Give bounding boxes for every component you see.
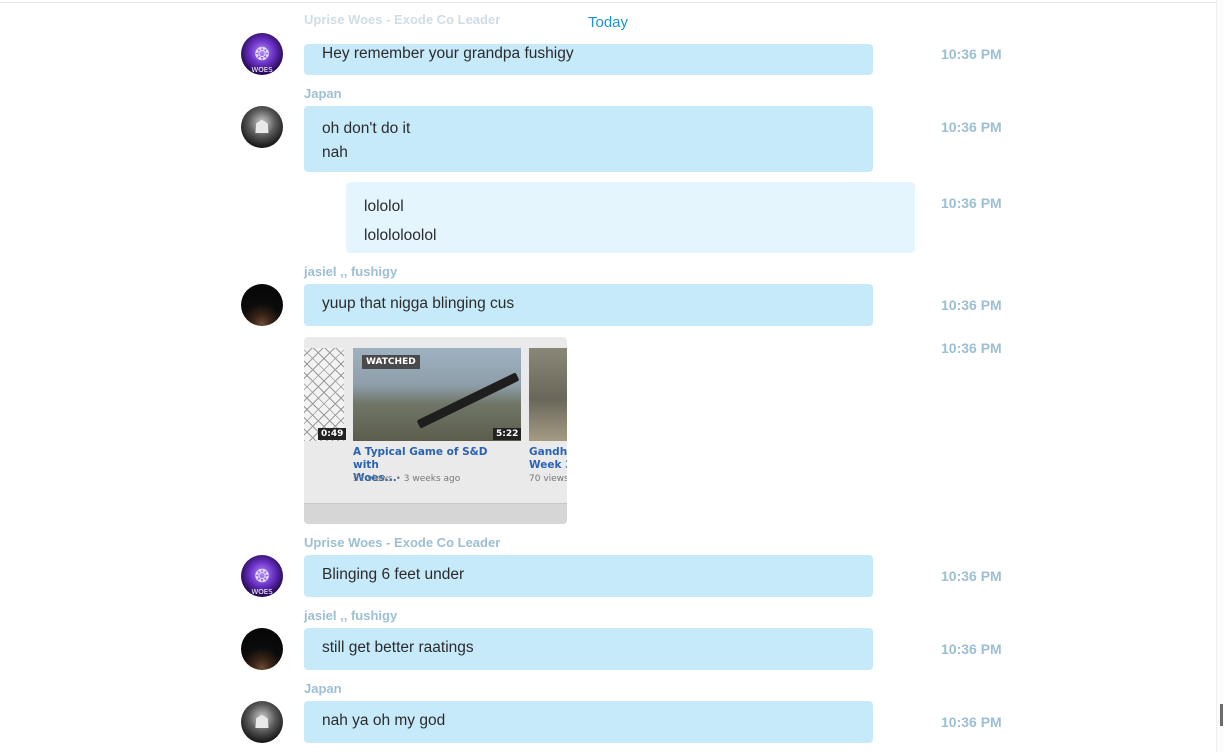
message-text: nah ya oh my god [322, 712, 446, 729]
video-thumbnail [529, 348, 567, 441]
avatar[interactable] [241, 628, 283, 670]
message-time: 10:36 PM [941, 714, 1002, 730]
preview-footer [304, 503, 567, 524]
video-duration: 0:49 [318, 428, 347, 440]
sender-name: jasiel ,, fushigy [304, 264, 398, 279]
message-bubble[interactable]: Hey remember your grandpa fushigy [304, 44, 873, 75]
message-text: Hey remember your grandpa fushigy [322, 45, 574, 62]
sender-name: jasiel ,, fushigy [304, 608, 398, 623]
sender-name: Japan [304, 681, 342, 696]
scrollbar[interactable] [1216, 0, 1224, 752]
rifle-graphic [416, 372, 520, 429]
avatar[interactable]: ❂ WOES [241, 33, 283, 75]
sender-name: Uprise Woes - Exode Co Leader [304, 535, 501, 550]
message-time: 10:36 PM [941, 195, 1002, 211]
message-text: oh don't do it [322, 120, 411, 137]
message-bubble[interactable]: oh don't do it nah [304, 106, 873, 172]
avatar[interactable] [241, 284, 283, 326]
message-time: 10:36 PM [941, 46, 1002, 62]
message-text: lololol [364, 198, 404, 215]
message-time: 10:36 PM [941, 340, 1002, 356]
video-title-line: Gandhi [529, 446, 567, 458]
avatar-label: WOES [251, 66, 273, 74]
top-divider [0, 2, 1224, 3]
scrollbar-thumb[interactable] [1220, 704, 1223, 726]
message-time: 10:36 PM [941, 641, 1002, 657]
video-meta: 70 views [529, 474, 567, 484]
message-text: yuup that nigga blinging cus [322, 295, 515, 312]
message-time: 10:36 PM [941, 297, 1002, 313]
avatar[interactable]: ☗ [241, 701, 283, 743]
message-text: nah [322, 144, 348, 161]
video-duration: 5:22 [493, 428, 522, 440]
avatar-label: WOES [251, 588, 273, 596]
message-text: still get better raatings [322, 639, 474, 656]
date-divider: Today [588, 14, 629, 31]
sender-name: Uprise Woes - Exode Co Leader [304, 12, 501, 27]
video-title-line: Week 3 [529, 459, 567, 471]
person-icon: ☗ [253, 712, 271, 732]
avatar[interactable]: ☗ [241, 106, 283, 148]
message-time: 10:36 PM [941, 568, 1002, 584]
sender-name: Japan [304, 86, 342, 101]
message-bubble[interactable]: nah ya oh my god [304, 701, 873, 743]
message-text: Blinging 6 feet under [322, 566, 465, 583]
video-meta: 51 views • 3 weeks ago [353, 474, 461, 484]
message-bubble[interactable]: yuup that nigga blinging cus [304, 284, 873, 326]
video-title-line: A Typical Game of S&D with [353, 446, 488, 471]
video-title: Gandhi Week 3 [529, 446, 567, 472]
person-icon: ☗ [253, 117, 271, 137]
message-bubble[interactable]: still get better raatings [304, 628, 873, 670]
message-bubble-outgoing[interactable]: lololol lolololoolol [346, 182, 915, 253]
watched-badge: WATCHED [362, 355, 420, 369]
message-time: 10:36 PM [941, 119, 1002, 135]
message-bubble[interactable]: Blinging 6 feet under [304, 555, 873, 597]
video-preview-image[interactable]: 0:49 WATCHED 5:22 A Typical Game of S&D … [304, 337, 567, 524]
avatar[interactable]: ❂ WOES [241, 555, 283, 597]
message-text: lolololoolol [364, 227, 437, 244]
